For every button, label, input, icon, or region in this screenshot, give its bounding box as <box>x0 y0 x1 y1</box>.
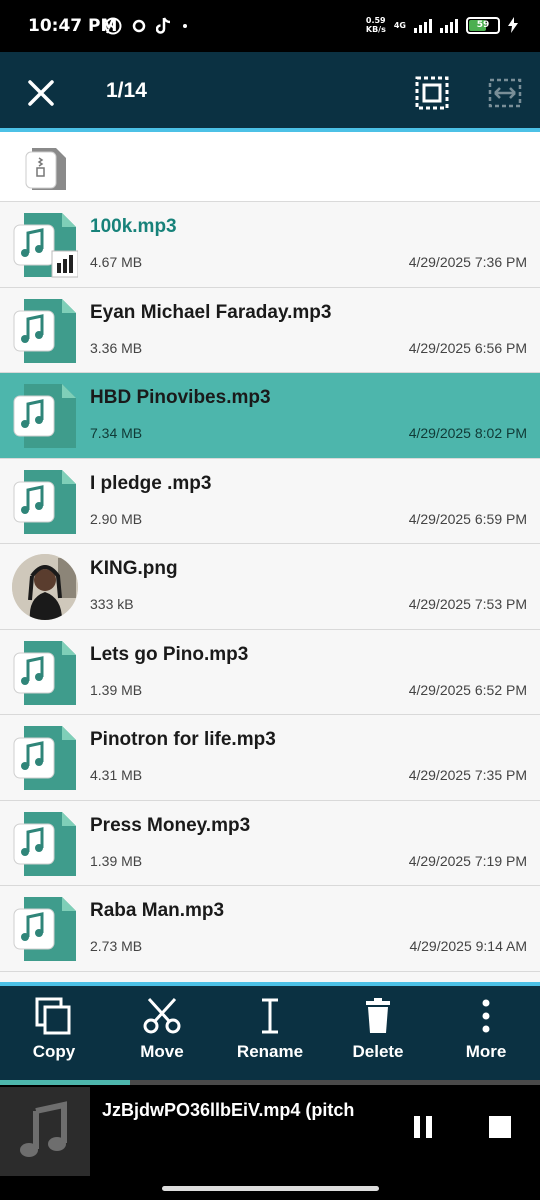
file-row[interactable]: 100k.mp3 4.67 MB 4/29/2025 7:36 PM <box>0 202 540 288</box>
music-note-icon <box>20 1101 67 1157</box>
image-thumbnail <box>12 554 78 620</box>
speed-unit: KB/s <box>365 25 386 34</box>
parent-folder-row[interactable] <box>0 132 540 202</box>
file-date: 4/29/2025 7:36 PM <box>408 254 527 270</box>
file-name: I pledge .mp3 <box>90 472 212 494</box>
charging-icon <box>508 17 518 33</box>
trash-icon <box>366 998 390 1033</box>
more-label: More <box>465 1042 507 1061</box>
file-size: 4.31 MB <box>90 767 143 783</box>
move-label: Move <box>140 1042 184 1061</box>
copy-button[interactable]: Copy <box>4 996 104 1062</box>
more-button[interactable]: More <box>436 996 536 1062</box>
file-name: Raba Man.mp3 <box>90 900 225 921</box>
dot-icon <box>183 24 187 28</box>
audio-file-icon <box>13 469 76 534</box>
player-track-title: JzBjdwPO36llbEiV.mp4 (pitch <box>102 1100 355 1120</box>
circle-icon <box>132 19 146 33</box>
whatsapp-icon <box>104 17 122 35</box>
text-cursor-icon <box>262 998 278 1034</box>
action-bar-accent-line <box>0 982 540 986</box>
copy-icon <box>35 997 71 1035</box>
home-indicator[interactable] <box>162 1186 379 1191</box>
battery-level: 59 <box>476 20 490 30</box>
pause-icon[interactable] <box>408 1112 438 1142</box>
audio-file-icon <box>13 726 76 790</box>
file-name: Eyan Michael Faraday.mp3 <box>90 301 332 323</box>
rename-button[interactable]: Rename <box>220 996 320 1062</box>
selection-count: 1/14 <box>106 79 147 102</box>
action-bar: Copy Move Rename Delete More <box>0 982 540 1080</box>
file-date: 4/29/2025 6:56 PM <box>408 339 527 356</box>
select-all-icon[interactable] <box>413 74 451 112</box>
audio-file-icon <box>13 640 76 705</box>
signal-icon <box>414 17 432 33</box>
file-date: 4/29/2025 7:19 PM <box>408 852 527 869</box>
file-size: 333 kB <box>90 596 134 612</box>
status-bar: 10:47 PM 0.59 KB/s 4G 59 <box>0 0 540 52</box>
move-button[interactable]: Move <box>112 996 212 1062</box>
file-date: 4/29/2025 7:35 PM <box>408 767 527 783</box>
file-size: 2.90 MB <box>90 510 143 527</box>
copy-label: Copy <box>32 1042 76 1061</box>
tiktok-icon <box>156 17 171 34</box>
file-size: 3.36 MB <box>90 339 143 356</box>
file-list[interactable]: 100k.mp3 4.67 MB 4/29/2025 7:36 PM Eyan … <box>0 132 540 982</box>
file-row[interactable]: Press Money.mp3 1.39 MB 4/29/2025 7:19 P… <box>0 800 540 886</box>
close-icon[interactable] <box>24 76 58 110</box>
file-date: 4/29/2025 9:14 AM <box>409 938 527 954</box>
battery-icon: 59 <box>466 16 500 34</box>
file-name: KING.png <box>90 558 178 579</box>
player-progress-fill <box>0 1080 130 1085</box>
stop-icon[interactable] <box>489 1116 511 1138</box>
file-name: Lets go Pino.mp3 <box>90 643 249 665</box>
scissors-icon <box>143 997 181 1034</box>
file-date: 4/29/2025 7:53 PM <box>408 596 527 612</box>
system-nav-bar <box>0 1176 540 1200</box>
file-name: Pinotron for life.mp3 <box>90 729 276 750</box>
selection-toolbar: 1/14 <box>0 52 540 132</box>
file-name: 100k.mp3 <box>90 216 177 237</box>
file-name: HBD Pinovibes.mp3 <box>90 387 271 408</box>
file-row[interactable]: Raba Man.mp3 2.73 MB 4/29/2025 9:14 AM <box>0 886 540 972</box>
file-size: 1.39 MB <box>90 681 143 698</box>
album-art <box>0 1087 90 1176</box>
file-row[interactable]: Lets go Pino.mp3 1.39 MB 4/29/2025 6:52 … <box>0 629 540 715</box>
delete-button[interactable]: Delete <box>328 996 428 1062</box>
audio-file-icon <box>13 298 76 363</box>
file-size: 4.67 MB <box>90 254 143 270</box>
file-size: 1.39 MB <box>90 852 143 869</box>
file-row-partial[interactable] <box>0 971 540 982</box>
file-size: 7.34 MB <box>90 425 143 441</box>
archive-file-icon <box>25 148 66 190</box>
file-row[interactable]: Pinotron for life.mp3 4.31 MB 4/29/2025 … <box>0 715 540 801</box>
file-row[interactable]: I pledge .mp3 2.90 MB 4/29/2025 6:59 PM <box>0 458 540 544</box>
delete-label: Delete <box>352 1042 404 1061</box>
file-date: 4/29/2025 8:02 PM <box>408 425 527 441</box>
file-row[interactable]: Eyan Michael Faraday.mp3 3.36 MB 4/29/20… <box>0 287 540 373</box>
file-row[interactable]: HBD Pinovibes.mp3 7.34 MB 4/29/2025 8:02… <box>0 373 540 459</box>
signal-icon-2 <box>440 17 458 33</box>
audio-file-icon <box>13 213 78 278</box>
file-name: Press Money.mp3 <box>90 814 251 836</box>
more-vertical-icon <box>482 999 490 1033</box>
notification-icons <box>104 17 188 35</box>
rename-label: Rename <box>236 1042 304 1061</box>
status-right: 0.59 KB/s 4G 59 <box>366 16 518 34</box>
file-row[interactable]: KING.png 333 kB 4/29/2025 7:53 PM <box>0 544 540 630</box>
mini-player[interactable]: JzBjdwPO36llbEiV.mp4 (pitch <box>0 1080 540 1176</box>
file-date: 4/29/2025 6:52 PM <box>408 681 527 698</box>
audio-file-icon <box>13 811 76 876</box>
audio-file-icon <box>13 384 76 448</box>
audio-file-icon <box>13 897 76 961</box>
file-date: 4/29/2025 6:59 PM <box>408 510 527 527</box>
speed-value: 0.59 <box>365 16 386 25</box>
network-speed: 0.59 KB/s <box>366 16 386 34</box>
network-type: 4G <box>393 20 406 30</box>
file-size: 2.73 MB <box>90 938 143 954</box>
select-range-icon[interactable] <box>486 74 524 112</box>
